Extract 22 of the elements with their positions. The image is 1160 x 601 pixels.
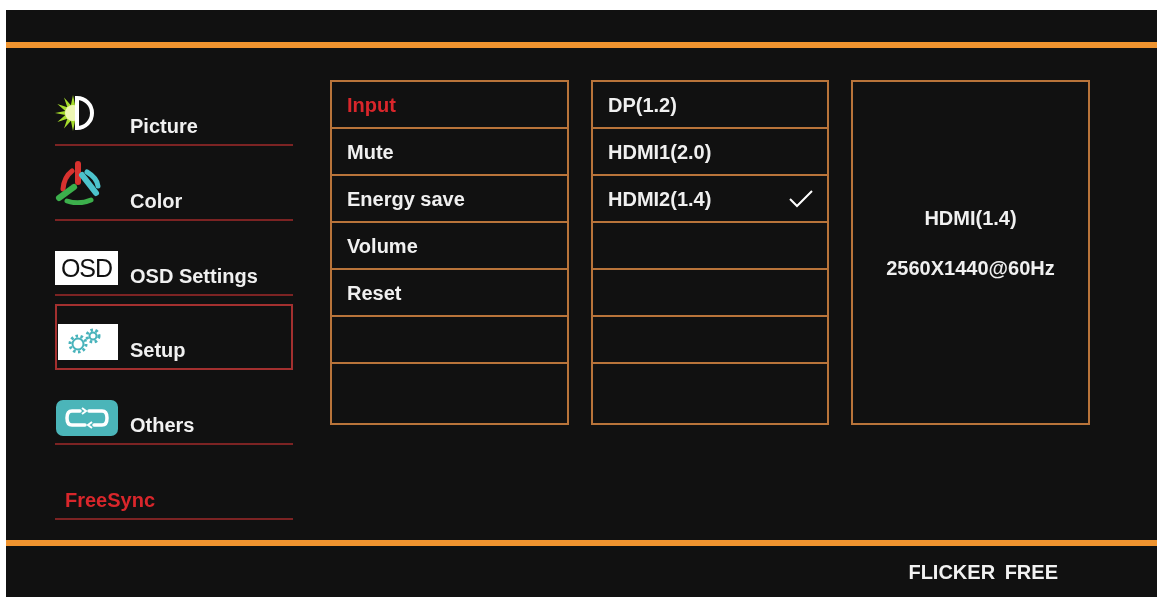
input-option[interactable]: DP(1.2) [593,82,827,129]
input-option[interactable]: HDMI1(2.0) [593,129,827,176]
color-wheel-icon [55,161,101,205]
sidebar-item[interactable]: Setup [55,304,293,370]
check-icon [789,189,813,208]
gears-icon [58,324,118,360]
signal-info-text: HDMI(1.4) [924,206,1017,230]
submenu-item[interactable]: Input [332,82,567,129]
osd-tile: OSD [55,251,118,285]
input-option[interactable]: HDMI2(1.4) [593,176,827,223]
submenu-item[interactable]: Energy save [332,176,567,223]
flicker-free-label: FLICKER FREE [908,559,1058,584]
sidebar-item[interactable]: OSD OSD Settings [55,221,293,296]
signal-info-text: 2560X1440@60Hz [886,256,1055,280]
submenu-item[interactable]: Reset [332,270,567,317]
sidebar-item[interactable]: FreeSync [55,445,293,520]
submenu-item[interactable]: Volume [332,223,567,270]
submenu-item[interactable]: Mute [332,129,567,176]
sidebar-item[interactable]: Color [55,146,293,221]
sidebar-item[interactable]: Others [55,370,293,445]
sidebar-item[interactable]: Picture [55,71,293,146]
loop-arrows-icon [56,400,118,436]
